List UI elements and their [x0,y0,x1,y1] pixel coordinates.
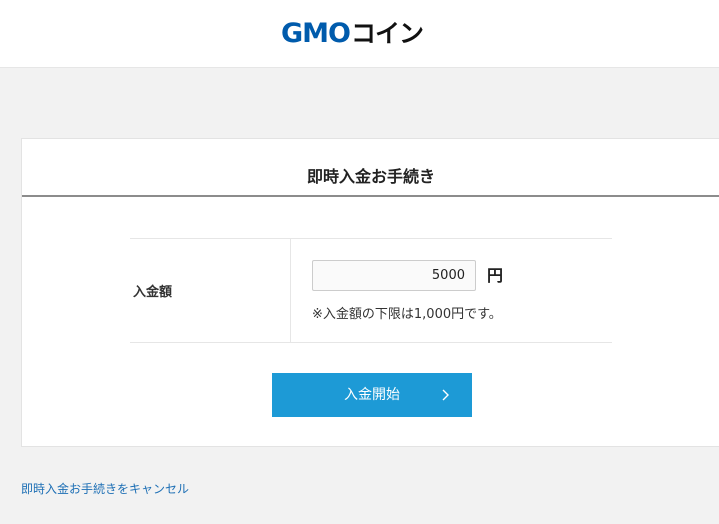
start-deposit-button[interactable]: 入金開始 [272,373,472,417]
gmo-coin-logo[interactable]: GMO コイン [281,17,424,51]
chevron-right-icon [442,389,449,401]
logo-coin-text: コイン [350,19,424,48]
amount-label: 入金額 [133,285,173,300]
page-title: 即時入金お手続き [22,139,719,197]
deposit-form-table: 入金額 円 ※入金額の下限は1,000円です。 [130,238,612,343]
currency-unit: 円 [487,266,504,285]
logo-gmo-text: GMO [281,18,351,49]
cancel-deposit-link[interactable]: 即時入金お手続きをキャンセル [21,480,189,497]
amount-input[interactable] [312,260,476,291]
header-bar: GMO コイン [0,0,719,68]
deposit-card: 即時入金お手続き 入金額 円 ※入金額の下限は1,000円です。 入金開始 [21,138,719,447]
amount-label-cell: 入金額 [130,239,291,342]
minimum-amount-note: ※入金額の下限は1,000円です。 [312,307,502,322]
